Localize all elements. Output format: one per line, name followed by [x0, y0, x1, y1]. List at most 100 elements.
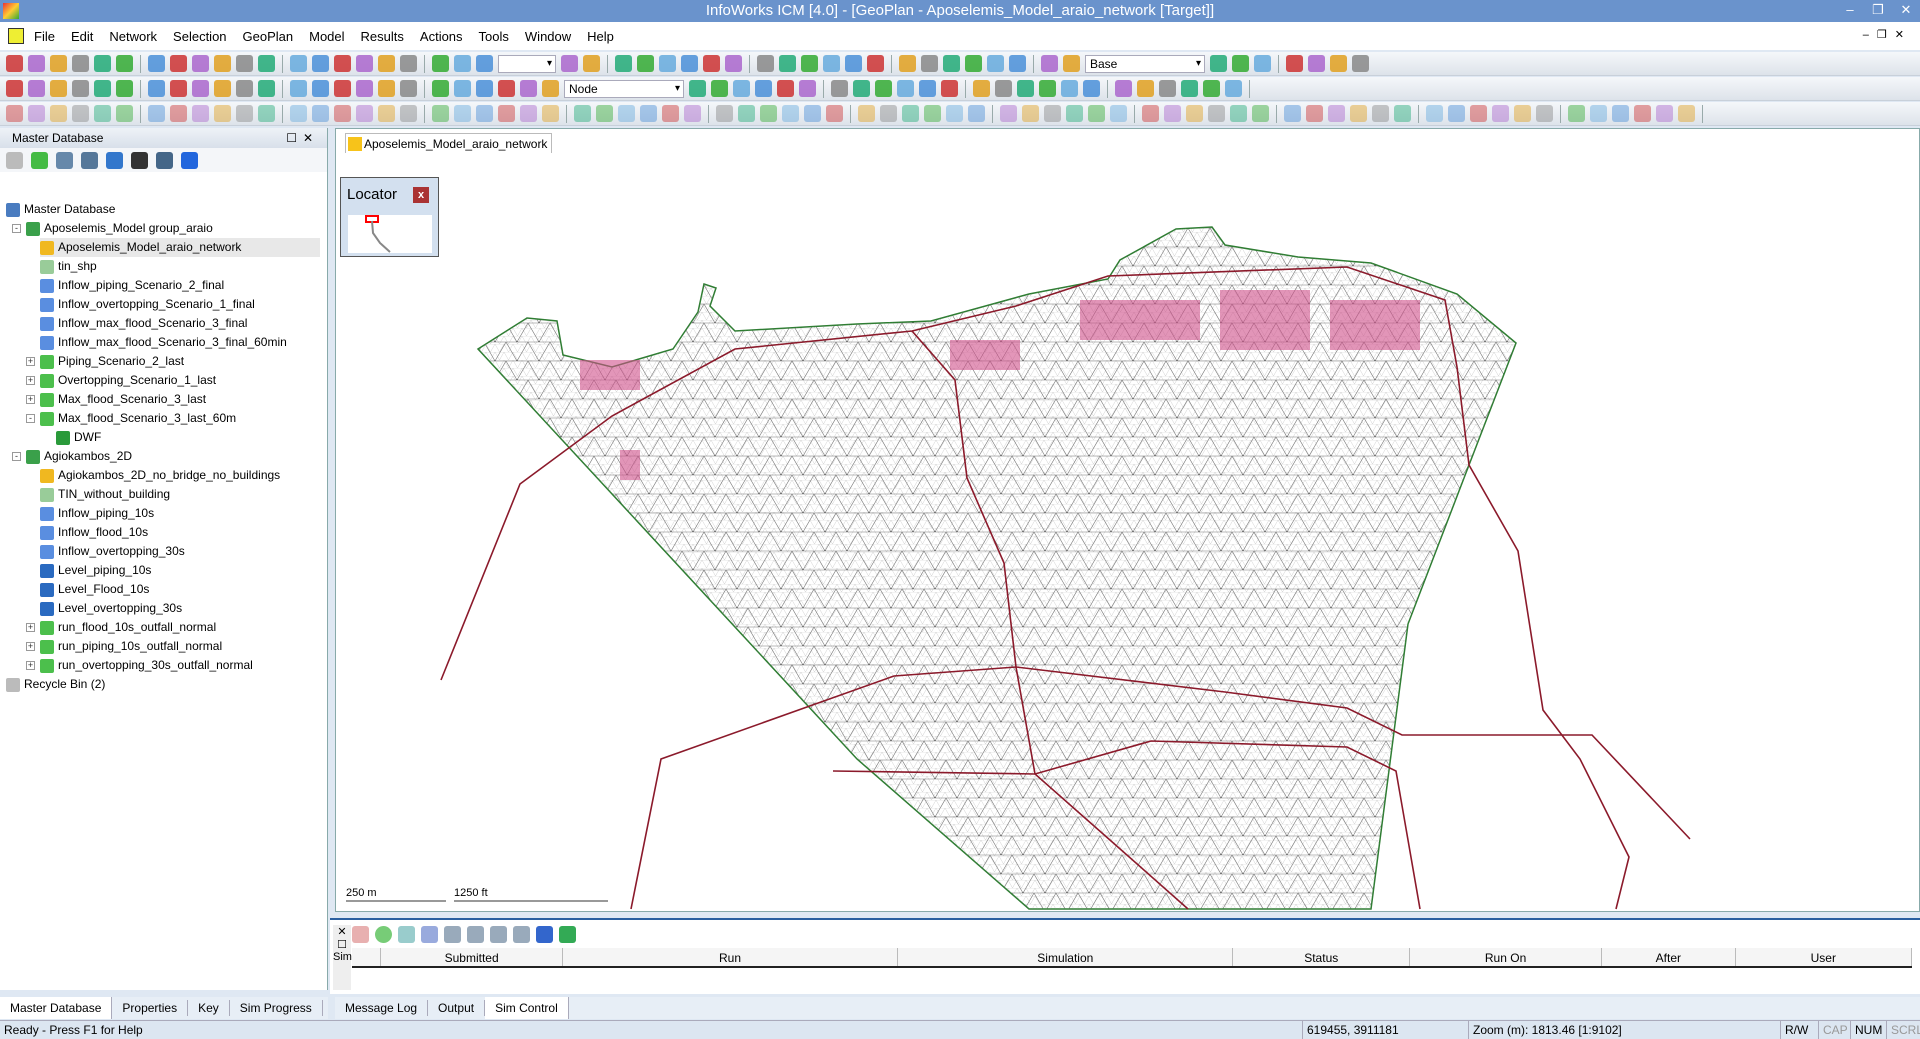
toolbar-tool-icon[interactable]: [378, 105, 395, 122]
toolbar-tool-icon[interactable]: [1590, 105, 1607, 122]
toolbar-tool-icon[interactable]: [356, 55, 373, 72]
tree-item[interactable]: + run_overtopping_30s_outfall_normal: [26, 656, 253, 675]
toolbar-tool-icon[interactable]: [637, 55, 654, 72]
scenario-combo[interactable]: Base: [1085, 54, 1205, 73]
toolbar-tool-icon[interactable]: [711, 80, 728, 97]
toolbar-tool-icon[interactable]: [1044, 105, 1061, 122]
collapse-icon[interactable]: -: [12, 452, 21, 461]
graph-icon[interactable]: [421, 925, 438, 943]
toolbar-tool-icon[interactable]: [28, 80, 45, 97]
toolbar-tool-icon[interactable]: [1306, 105, 1323, 122]
toolbar-tool-icon[interactable]: [6, 55, 23, 72]
toolbar-tool-icon[interactable]: [1470, 105, 1487, 122]
expand-icon[interactable]: +: [26, 661, 35, 670]
toolbar-tool-icon[interactable]: [725, 55, 742, 72]
toolbar-tool-icon[interactable]: [378, 80, 395, 97]
toolbar-tool-icon[interactable]: [148, 55, 165, 72]
toolbar-tool-icon[interactable]: [170, 80, 187, 97]
toolbar-tool-icon[interactable]: [312, 55, 329, 72]
toolbar-tool-icon[interactable]: [1372, 105, 1389, 122]
toolbar-tool-icon[interactable]: [72, 105, 89, 122]
toolbar-tool-icon[interactable]: [1634, 105, 1651, 122]
menu-file[interactable]: File: [34, 29, 55, 44]
toolbar-tool-icon[interactable]: [94, 80, 111, 97]
tab-output[interactable]: Output: [428, 1000, 486, 1016]
toolbar-tool-icon[interactable]: [334, 105, 351, 122]
toolbar-tool-icon[interactable]: [659, 55, 676, 72]
toolbar-tool-icon[interactable]: [689, 80, 706, 97]
column-header[interactable]: Status: [1233, 948, 1410, 966]
toolbar-tool-icon[interactable]: [72, 80, 89, 97]
locator-close-button[interactable]: x: [413, 187, 429, 203]
toolbar-tool-icon[interactable]: [1009, 55, 1026, 72]
list-icon[interactable]: [56, 151, 73, 169]
toolbar-tool-icon[interactable]: [334, 80, 351, 97]
toolbar-tool-icon[interactable]: [290, 55, 307, 72]
toolbar-tool-icon[interactable]: [1254, 55, 1271, 72]
tree-item[interactable]: DWF: [56, 428, 101, 447]
tree-item[interactable]: Inflow_overtopping_Scenario_1_final: [40, 295, 255, 314]
toolbar-tool-icon[interactable]: [258, 105, 275, 122]
toolbar-tool-icon[interactable]: [921, 55, 938, 72]
expand-icon[interactable]: +: [26, 623, 35, 632]
toolbar-tool-icon[interactable]: [1137, 80, 1154, 97]
toolbar-tool-icon[interactable]: [583, 55, 600, 72]
toolbar-tool-icon[interactable]: [946, 105, 963, 122]
run-icon[interactable]: [375, 925, 392, 943]
expand-icon[interactable]: +: [26, 642, 35, 651]
toolbar-tool-icon[interactable]: [640, 105, 657, 122]
collapse-icon[interactable]: -: [12, 224, 21, 233]
menu-results[interactable]: Results: [361, 29, 404, 44]
toolbar-tool-icon[interactable]: [716, 105, 733, 122]
toolbar-tool-icon[interactable]: [703, 55, 720, 72]
tree-item[interactable]: Inflow_overtopping_30s: [40, 542, 185, 561]
toolbar-tool-icon[interactable]: [1041, 55, 1058, 72]
toolbar-tool-icon[interactable]: [192, 55, 209, 72]
tree-item[interactable]: + run_flood_10s_outfall_normal: [26, 618, 216, 637]
toolbar-tool-icon[interactable]: [823, 55, 840, 72]
toolbar-tool-icon[interactable]: [1110, 105, 1127, 122]
toolbar-tool-icon[interactable]: [897, 80, 914, 97]
toolbar-tool-icon[interactable]: [236, 105, 253, 122]
tree-item[interactable]: - Agiokambos_2D: [12, 447, 132, 466]
toolbar-tool-icon[interactable]: [236, 55, 253, 72]
tab-key[interactable]: Key: [188, 1000, 230, 1016]
toolbar-tool-icon[interactable]: [858, 105, 875, 122]
toolbar-tool-icon[interactable]: [1115, 80, 1132, 97]
toolbar-tool-icon[interactable]: [1210, 55, 1227, 72]
toolbar-tool-icon[interactable]: [1159, 80, 1176, 97]
toolbar-tool-icon[interactable]: [826, 105, 843, 122]
toolbar-tool-icon[interactable]: [995, 80, 1012, 97]
toolbar-tool-icon[interactable]: [116, 80, 133, 97]
toolbar-tool-icon[interactable]: [755, 80, 772, 97]
tab-sim-control[interactable]: Sim Control: [485, 997, 569, 1019]
tree-item[interactable]: tin_shp: [40, 257, 97, 276]
menu-help[interactable]: Help: [587, 29, 614, 44]
toolbar-tool-icon[interactable]: [50, 105, 67, 122]
toolbar-tool-icon[interactable]: [542, 80, 559, 97]
toolbar-tool-icon[interactable]: [1000, 105, 1017, 122]
toolbar-tool-icon[interactable]: [400, 80, 417, 97]
tab-message-log[interactable]: Message Log: [335, 1000, 429, 1016]
toolbar-tool-icon[interactable]: [1308, 55, 1325, 72]
toolbar-tool-icon[interactable]: [804, 105, 821, 122]
column-header[interactable]: Run: [563, 948, 899, 966]
toolbar-tool-icon[interactable]: [1225, 80, 1242, 97]
tree-item[interactable]: Aposelemis_Model_araio_network: [40, 238, 320, 257]
toolbar-tool-icon[interactable]: [1088, 105, 1105, 122]
tab-properties[interactable]: Properties: [112, 1000, 189, 1016]
toolbar-tool-icon[interactable]: [799, 80, 816, 97]
menu-actions[interactable]: Actions: [420, 29, 463, 44]
toolbar-tool-icon[interactable]: [880, 105, 897, 122]
toolbar-tool-icon[interactable]: [1022, 105, 1039, 122]
tree-item[interactable]: + run_piping_10s_outfall_normal: [26, 637, 222, 656]
geoplan-map[interactable]: [335, 128, 1920, 912]
toolbar-tool-icon[interactable]: [919, 80, 936, 97]
find-icon[interactable]: [131, 151, 148, 169]
toolbar-tool-icon[interactable]: [520, 80, 537, 97]
toolbar-tool-icon[interactable]: [681, 55, 698, 72]
toolbar-tool-icon[interactable]: [899, 55, 916, 72]
toolbar-tool-icon[interactable]: [777, 80, 794, 97]
tree-item[interactable]: + Overtopping_Scenario_1_last: [26, 371, 216, 390]
up-icon[interactable]: [6, 151, 23, 169]
